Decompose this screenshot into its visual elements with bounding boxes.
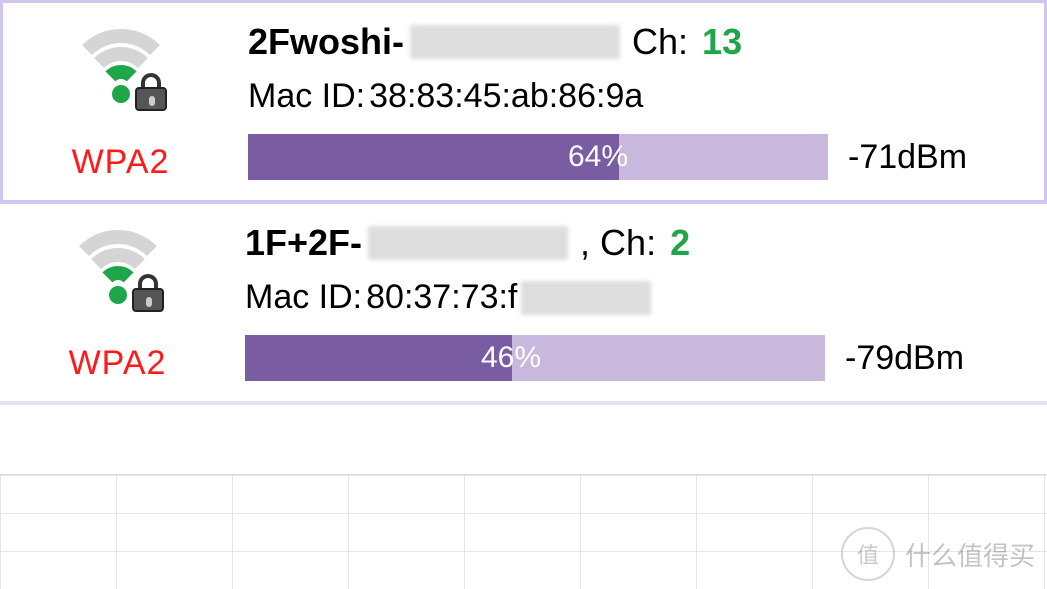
signal-meter-row: 64% -71dBm <box>248 134 1024 180</box>
network-title-line: 1F+2F- , Ch: 2 <box>245 222 1027 264</box>
signal-meter: 46% <box>245 335 825 381</box>
security-label: WPA2 <box>72 143 170 182</box>
channel-value: 13 <box>702 21 742 63</box>
network-left-column: WPA2 <box>33 21 208 182</box>
signal-dbm: -79dBm <box>845 339 964 378</box>
ssid-redacted <box>410 25 620 59</box>
network-title-line: 2Fwoshi- Ch: 13 <box>248 21 1024 63</box>
signal-percent-text: 46% <box>481 335 541 381</box>
lock-icon <box>131 71 171 111</box>
mac-line: Mac ID: 80:37:73:f <box>245 278 1027 317</box>
wifi-network-list: WPA2 2Fwoshi- Ch: 13 Mac ID: 38:83:45:ab… <box>0 0 1047 405</box>
ssid-text: 2Fwoshi- <box>248 21 404 63</box>
mac-prefix: Mac ID: <box>245 278 362 317</box>
channel-value: 2 <box>670 222 690 264</box>
wifi-signal-icon <box>61 29 181 109</box>
lock-icon <box>128 272 168 312</box>
wifi-network-row[interactable]: WPA2 1F+2F- , Ch: 2 Mac ID: 80:37:73:f 4… <box>0 204 1047 405</box>
mac-value: 38:83:45:ab:86:9a <box>369 77 643 116</box>
ssid-redacted <box>368 226 568 260</box>
signal-meter-row: 46% -79dBm <box>245 335 1027 381</box>
signal-dbm: -71dBm <box>848 138 967 177</box>
wifi-network-row[interactable]: WPA2 2Fwoshi- Ch: 13 Mac ID: 38:83:45:ab… <box>0 0 1047 204</box>
mac-prefix: Mac ID: <box>248 77 365 116</box>
wifi-signal-icon <box>58 230 178 310</box>
channel-label: Ch: <box>632 21 688 63</box>
ssid-text: 1F+2F- <box>245 222 362 264</box>
security-label: WPA2 <box>69 344 167 383</box>
watermark-badge-icon: 值 <box>841 527 895 581</box>
watermark: 值 什么值得买 <box>841 527 1035 581</box>
watermark-text: 什么值得买 <box>905 536 1035 573</box>
channel-label: , Ch: <box>580 222 656 264</box>
network-main-column: 2Fwoshi- Ch: 13 Mac ID: 38:83:45:ab:86:9… <box>208 21 1024 180</box>
signal-meter-fill <box>245 335 512 381</box>
signal-percent-text: 64% <box>568 134 628 180</box>
network-left-column: WPA2 <box>30 222 205 383</box>
mac-value: 80:37:73:f <box>366 278 517 317</box>
signal-meter-fill <box>248 134 619 180</box>
network-main-column: 1F+2F- , Ch: 2 Mac ID: 80:37:73:f 46% -7… <box>205 222 1027 381</box>
mac-line: Mac ID: 38:83:45:ab:86:9a <box>248 77 1024 116</box>
mac-redacted <box>521 281 651 315</box>
signal-meter: 64% <box>248 134 828 180</box>
